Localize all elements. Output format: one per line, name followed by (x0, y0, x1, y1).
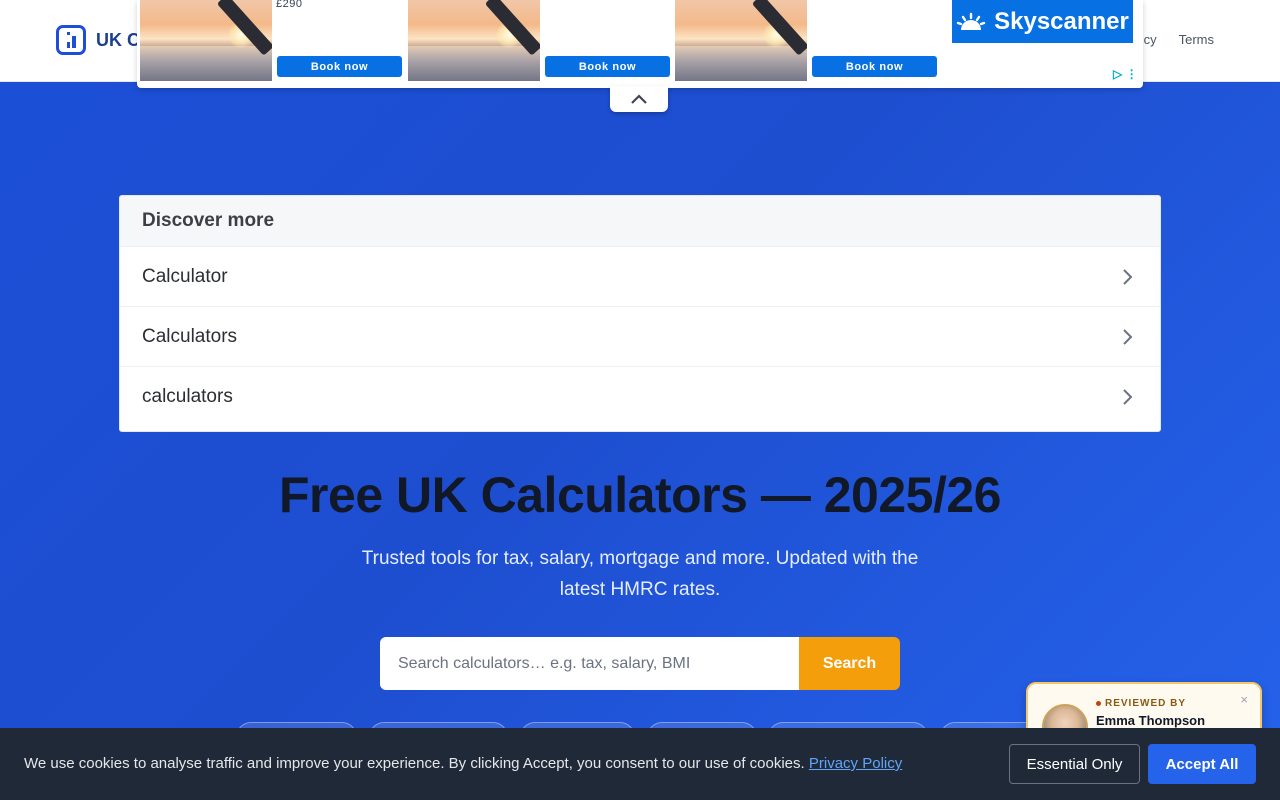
ad-flight-image (675, 0, 807, 81)
search-bar: Search (380, 637, 900, 690)
ad-card[interactable]: Book now (672, 0, 937, 82)
discover-item[interactable]: calculators (120, 366, 1160, 426)
nav-link-privacy[interactable]: cy (1144, 32, 1157, 47)
sunrise-icon (956, 12, 986, 30)
discover-item-label: Calculator (142, 265, 228, 287)
ad-flight-image (140, 0, 272, 81)
reviewed-by-label: REVIEWED BY (1096, 698, 1186, 709)
calculator-logo-icon (56, 25, 86, 55)
essential-only-button[interactable]: Essential Only (1009, 744, 1140, 784)
ad-brand-name: Skyscanner (994, 7, 1129, 35)
hero-subtitle: Trusted tools for tax, salary, mortgage … (361, 548, 919, 600)
close-icon[interactable]: × (1240, 692, 1248, 707)
cookie-text: We use cookies to analyse traffic and im… (24, 755, 805, 772)
ad-card[interactable]: Book now (405, 0, 670, 82)
discover-more-panel: Discover more Calculator Calculators cal… (119, 195, 1161, 432)
ad-book-button[interactable]: Book now (545, 56, 670, 77)
chevron-right-icon (1123, 388, 1133, 405)
adchoices-icon[interactable]: ▷ ⋮ (1113, 67, 1138, 81)
logo-text: UK C (96, 29, 140, 50)
discover-item-label: calculators (142, 385, 233, 407)
search-input[interactable] (380, 637, 799, 690)
cookie-banner: We use cookies to analyse traffic and im… (0, 728, 1280, 800)
discover-item[interactable]: Calculators (120, 306, 1160, 366)
site-logo[interactable]: UK C (56, 25, 140, 55)
chevron-right-icon (1123, 328, 1133, 345)
ad-book-button[interactable]: Book now (812, 56, 937, 77)
chevron-right-icon (1123, 268, 1133, 285)
nav-link-terms[interactable]: Terms (1179, 32, 1214, 47)
reviewer-name: Emma Thompson (1096, 713, 1206, 728)
ad-collapse-button[interactable] (610, 86, 668, 112)
ad-price: £290 (276, 0, 303, 10)
discover-item[interactable]: Calculator (120, 246, 1160, 306)
page-title: Free UK Calculators — 2025/26 (279, 467, 1001, 523)
cookie-message: We use cookies to analyse traffic and im… (24, 755, 902, 772)
chevron-up-icon (631, 94, 647, 104)
ad-flight-image (408, 0, 540, 81)
ad-card[interactable]: £290 Book now (137, 0, 402, 82)
reviewed-by-text: REVIEWED BY (1105, 698, 1187, 709)
accept-all-button[interactable]: Accept All (1148, 744, 1256, 784)
discover-heading: Discover more (120, 196, 1160, 246)
discover-item-label: Calculators (142, 325, 238, 347)
header-nav: cy Terms (1144, 32, 1214, 47)
skyscanner-logo[interactable]: Skyscanner (952, 0, 1133, 43)
flight-ad-banner[interactable]: £290 Book now Book now Book now Skyscann… (137, 0, 1143, 88)
search-button[interactable]: Search (799, 637, 900, 690)
status-dot-icon (1096, 701, 1101, 706)
privacy-policy-link[interactable]: Privacy Policy (809, 755, 902, 772)
ad-book-button[interactable]: Book now (277, 56, 402, 77)
